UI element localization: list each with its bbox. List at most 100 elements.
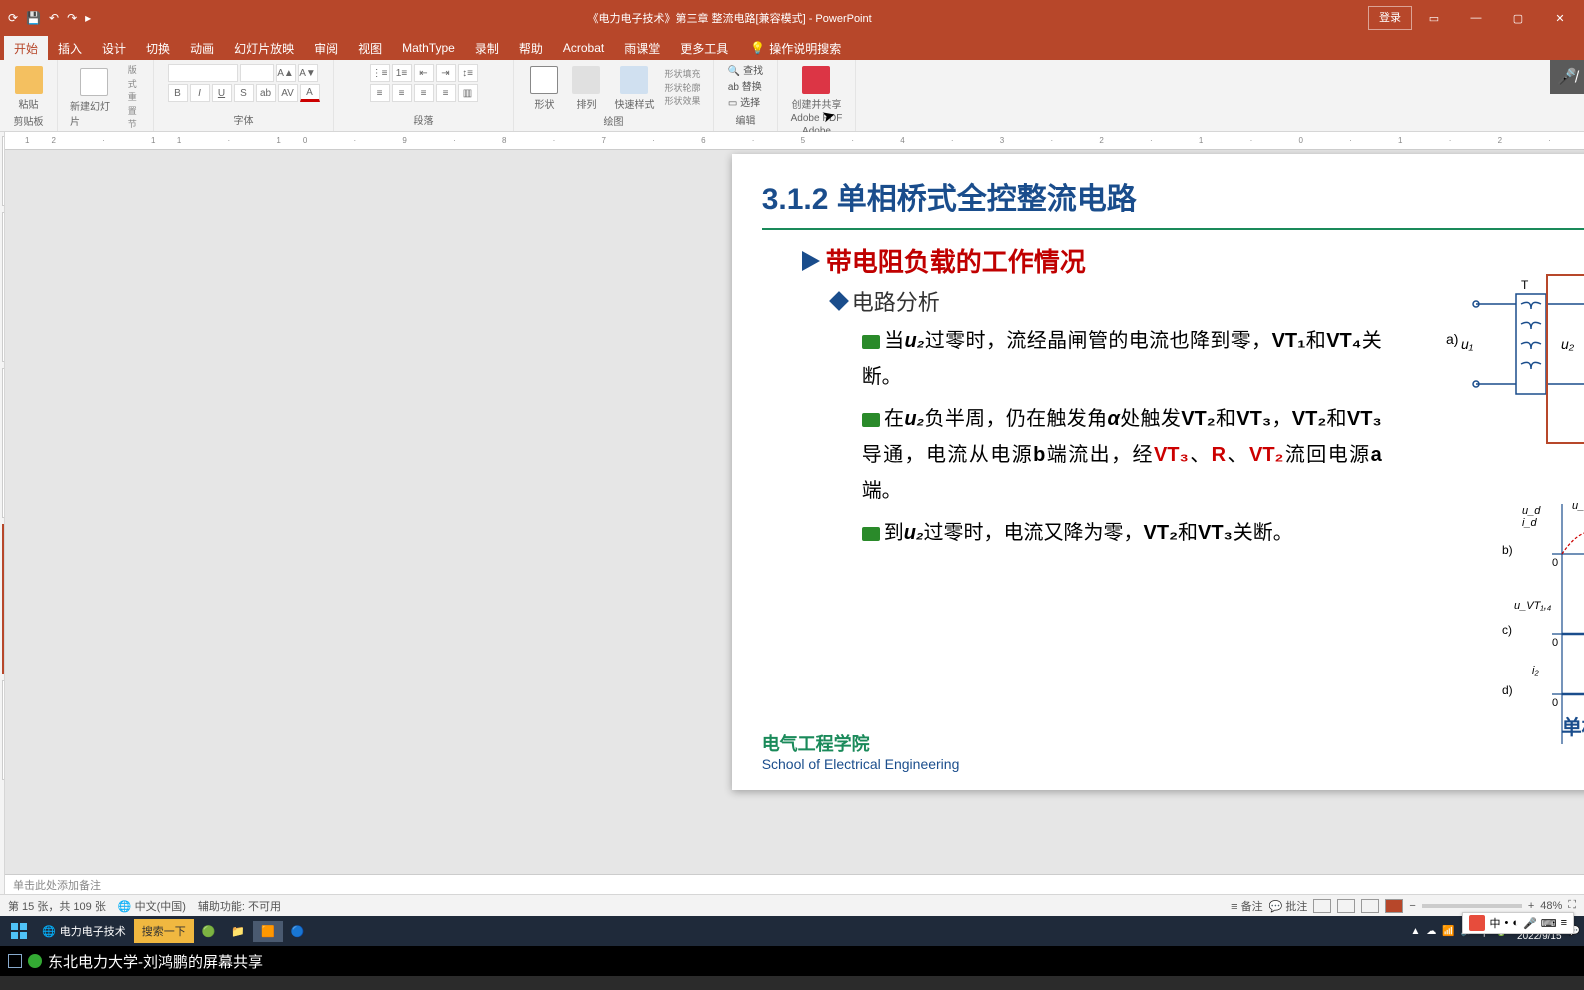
window-title: 《电力电子技术》第三章 整流电路[兼容模式] - PowerPoint <box>91 10 1368 26</box>
section-button[interactable]: 节 <box>128 118 145 132</box>
zoom-in-button[interactable]: + <box>1528 900 1534 912</box>
layout-button[interactable]: 版式 <box>128 64 145 91</box>
ribbon-options-icon[interactable]: ▭ <box>1414 6 1454 30</box>
ime-keyboard-icon[interactable]: ⌨ <box>1541 917 1557 930</box>
horizontal-ruler: 12 · 11 · 10 · 9 · 8 · 7 · 6 · 5 · 4 · 3… <box>5 132 1584 150</box>
font-size[interactable] <box>240 64 274 82</box>
indent-dec-button[interactable]: ⇤ <box>414 64 434 82</box>
shape-effects-button[interactable]: 形状效果 <box>664 95 700 109</box>
paragraph-1: 当u₂过零时，流经晶闸管的电流也降到零，VT₁和VT₄关断。 <box>862 323 1382 395</box>
align-center[interactable]: ≡ <box>392 84 412 102</box>
paragraph-label: 段落 <box>414 112 434 127</box>
new-slide-button[interactable]: 新建幻灯片 <box>66 66 122 130</box>
font-family[interactable] <box>168 64 238 82</box>
normal-view-button[interactable] <box>1313 899 1331 913</box>
increase-font[interactable]: A▲ <box>276 64 296 82</box>
share-square-icon[interactable] <box>8 954 22 968</box>
language-indicator[interactable]: 🌐 中文(中国) <box>118 898 186 914</box>
maximize-button[interactable]: ▢ <box>1498 6 1538 30</box>
tab-record[interactable]: 录制 <box>465 36 509 61</box>
tab-mathtype[interactable]: MathType <box>392 37 465 59</box>
diamond-bullet-icon <box>829 291 849 311</box>
mute-icon[interactable]: 🎤̸ <box>1550 60 1584 94</box>
tray-network-icon[interactable]: 📶 <box>1442 926 1454 937</box>
tab-insert[interactable]: 插入 <box>48 36 92 61</box>
quick-style-button[interactable]: 快速样式 <box>610 64 658 113</box>
line-spacing-button[interactable]: ↕≡ <box>458 64 478 82</box>
paste-button[interactable]: 粘贴 <box>11 64 47 113</box>
shadow-button[interactable]: ab <box>256 84 276 102</box>
accessibility-indicator[interactable]: 辅助功能: 不可用 <box>198 898 281 914</box>
decrease-font[interactable]: A▼ <box>298 64 318 82</box>
tab-acrobat[interactable]: Acrobat <box>553 37 614 59</box>
font-color-button[interactable]: A <box>300 84 320 102</box>
shape-fill-button[interactable]: 形状填充 <box>664 68 700 82</box>
taskbar-search[interactable]: 搜索一下 <box>134 919 194 943</box>
reset-button[interactable]: 重置 <box>128 91 145 118</box>
tab-transition[interactable]: 切换 <box>136 36 180 61</box>
taskbar-app-3[interactable]: 🔵 <box>283 921 313 942</box>
tab-review[interactable]: 审阅 <box>304 36 348 61</box>
shapes-button[interactable]: 形状 <box>526 64 562 113</box>
undo-icon[interactable]: ↶ <box>49 11 59 25</box>
notes-pane[interactable]: 单击此处添加备注 <box>5 874 1584 894</box>
adobe-pdf-button[interactable]: 创建并共享Adobe PDF <box>787 64 847 126</box>
comments-button[interactable]: 💬 批注 <box>1269 898 1308 914</box>
slideshow-view-button[interactable] <box>1385 899 1403 913</box>
bullets-button[interactable]: ⋮≡ <box>370 64 390 82</box>
find-button[interactable]: 🔍 查找 <box>728 64 763 80</box>
fit-window-button[interactable]: ⛶ <box>1568 899 1576 912</box>
tab-view[interactable]: 视图 <box>348 36 392 61</box>
save-icon[interactable]: 💾 <box>26 11 41 25</box>
taskbar-app-powerpoint[interactable]: 🟧 <box>253 921 283 942</box>
sorter-view-button[interactable] <box>1337 899 1355 913</box>
justify[interactable]: ≡ <box>436 84 456 102</box>
select-button[interactable]: ▭ 选择 <box>728 96 763 112</box>
align-left[interactable]: ≡ <box>370 84 390 102</box>
tab-design[interactable]: 设计 <box>92 36 136 61</box>
reading-view-button[interactable] <box>1361 899 1379 913</box>
zoom-slider[interactable] <box>1422 904 1522 908</box>
tab-help[interactable]: 帮助 <box>509 36 553 61</box>
tell-me-search[interactable]: 💡 操作说明搜索 <box>750 40 841 57</box>
spacing-button[interactable]: AV <box>278 84 298 102</box>
tab-animation[interactable]: 动画 <box>180 36 224 61</box>
slide-canvas-area[interactable]: 3.1.2 单相桥式全控整流电路 东北电力大学 NORTHEAST ELECTR… <box>5 150 1584 874</box>
bold-button[interactable]: B <box>168 84 188 102</box>
ime-punct[interactable]: • <box>1504 917 1508 929</box>
ime-menu-icon[interactable]: ≡ <box>1561 917 1567 929</box>
tab-slideshow[interactable]: 幻灯片放映 <box>224 36 304 61</box>
ime-lang[interactable]: 中 <box>1489 915 1500 931</box>
start-button[interactable] <box>4 918 34 944</box>
taskbar-app-2[interactable]: 📁 <box>223 921 253 942</box>
zoom-level[interactable]: 48% <box>1540 900 1562 912</box>
tab-rainclass[interactable]: 雨课堂 <box>614 36 670 61</box>
replace-button[interactable]: ab 替换 <box>728 80 763 96</box>
shape-outline-button[interactable]: 形状轮廓 <box>664 82 700 96</box>
taskbar-app-1[interactable]: 🟢 <box>194 921 224 942</box>
login-button[interactable]: 登录 <box>1368 6 1412 30</box>
close-button[interactable]: ✕ <box>1540 6 1580 30</box>
tray-icon[interactable]: ▲ <box>1410 926 1420 937</box>
tray-cloud-icon[interactable]: ☁ <box>1426 926 1436 937</box>
tab-more[interactable]: 更多工具 <box>670 36 738 61</box>
arrange-button[interactable]: 排列 <box>568 64 604 113</box>
numbering-button[interactable]: 1≡ <box>392 64 412 82</box>
autosave-icon[interactable]: ⟳ <box>8 11 18 25</box>
ime-toolbar[interactable]: 中 • ◐ 🎤 ⌨ ≡ <box>1462 912 1574 934</box>
notes-button[interactable]: ≡ 备注 <box>1231 898 1262 914</box>
italic-button[interactable]: I <box>190 84 210 102</box>
ime-mic-icon[interactable]: 🎤 <box>1523 917 1537 930</box>
columns-button[interactable]: ▥ <box>458 84 478 102</box>
zoom-out-button[interactable]: − <box>1409 900 1415 912</box>
tab-home[interactable]: 开始 <box>4 36 48 61</box>
share-mic-icon[interactable] <box>28 954 42 968</box>
redo-icon[interactable]: ↷ <box>67 11 77 25</box>
strike-button[interactable]: S <box>234 84 254 102</box>
minimize-button[interactable]: — <box>1456 6 1496 30</box>
indent-inc-button[interactable]: ⇥ <box>436 64 456 82</box>
taskbar-app-ie[interactable]: 🌐 电力电子技术 <box>34 919 134 943</box>
underline-button[interactable]: U <box>212 84 232 102</box>
ime-half[interactable]: ◐ <box>1512 917 1519 929</box>
align-right[interactable]: ≡ <box>414 84 434 102</box>
